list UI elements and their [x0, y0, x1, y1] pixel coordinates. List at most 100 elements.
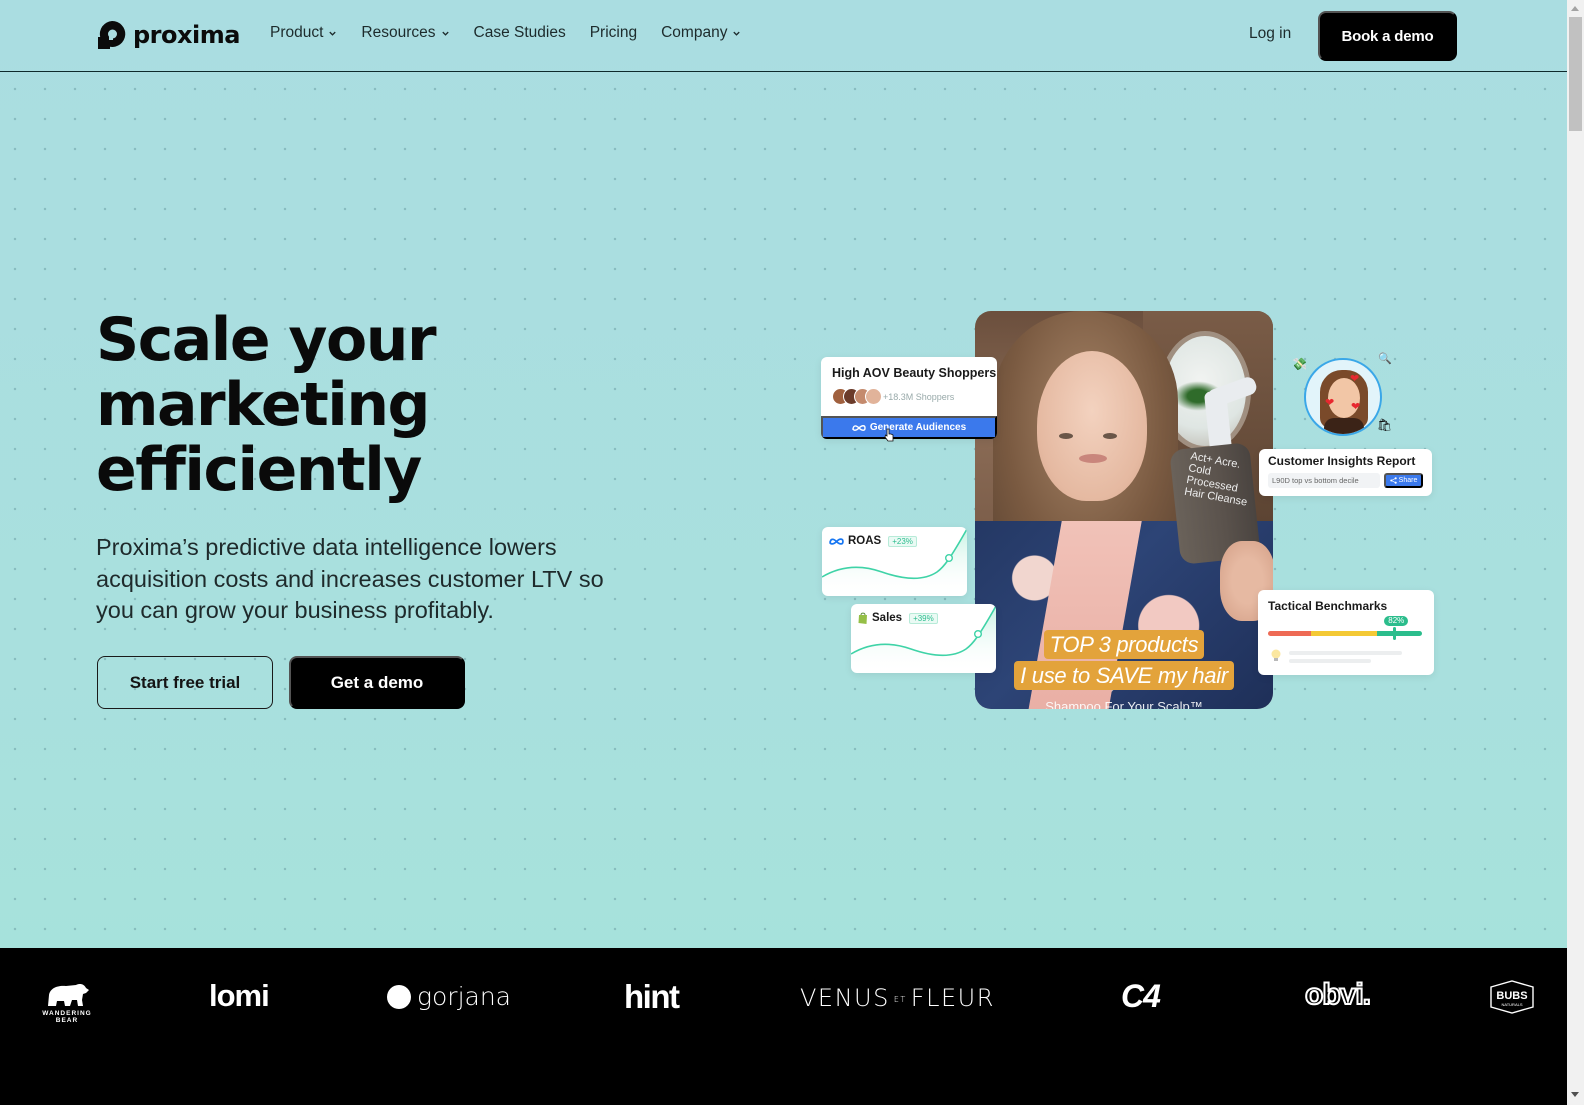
money-icon: 💸: [1292, 357, 1307, 371]
roas-change-badge: +23%: [888, 535, 917, 547]
page-scrollbar[interactable]: [1567, 0, 1584, 1105]
hero-title-line: marketing: [96, 370, 431, 440]
logo-lomi: lomi: [209, 978, 270, 1013]
insights-field[interactable]: L90D top vs bottom decile: [1268, 473, 1380, 488]
shopify-icon: [858, 612, 867, 624]
scroll-up-arrow-icon[interactable]: [1571, 6, 1579, 11]
customer-insights-card: Customer Insights Report L90D top vs bot…: [1259, 449, 1432, 496]
logo-text: BUBS: [1496, 990, 1527, 1002]
proxima-logo-icon: [98, 20, 126, 49]
logo-wandering-bear: WANDERING BEAR: [30, 980, 104, 1024]
video-eye: [1103, 433, 1117, 439]
logo-text: NATURALS: [1501, 1002, 1522, 1007]
magnifier-icon: 🔍: [1378, 353, 1392, 365]
benchmark-low-segment: [1268, 631, 1312, 636]
hero-title-line: efficiently: [96, 435, 422, 505]
video-caption-line: I use to SAVE my hair: [975, 661, 1273, 690]
bear-icon: [48, 984, 89, 1006]
benchmark-high-segment: [1377, 631, 1422, 636]
generate-audiences-button[interactable]: Generate Audiences: [821, 416, 997, 439]
caption-text: I use to SAVE my hair: [1014, 661, 1234, 690]
dot-grid-background: [0, 72, 1567, 957]
roas-header: ROAS +23%: [829, 535, 917, 547]
roas-label: ROAS: [848, 535, 882, 547]
meta-icon: [852, 424, 866, 431]
book-demo-button[interactable]: Book a demo: [1318, 11, 1457, 61]
shopper-avatars: [832, 388, 882, 405]
audience-count: +18.3M Shoppers: [883, 392, 955, 402]
nav-pricing[interactable]: Pricing: [590, 24, 637, 42]
benchmark-percent-badge: 82%: [1384, 616, 1409, 626]
nav-resources[interactable]: Resources: [361, 24, 449, 42]
nav-company[interactable]: Company: [661, 24, 741, 42]
audience-card: High AOV Beauty Shoppers +18.3M Shoppers…: [821, 357, 997, 439]
chevron-down-icon: [329, 31, 337, 36]
hero-video[interactable]: Act+ Acre. Cold Processed Hair Cleanse T…: [975, 311, 1273, 709]
placeholder-line: [1289, 659, 1371, 663]
roas-card: ROAS +23%: [822, 527, 967, 596]
video-mouth: [1079, 454, 1107, 463]
customer-memoji-avatar: ❤ ❤ ❤: [1304, 358, 1382, 436]
share-label: Share: [1398, 477, 1418, 484]
get-demo-button[interactable]: Get a demo: [289, 656, 465, 709]
nav-product-label: Product: [270, 24, 324, 41]
video-eye: [1059, 433, 1073, 439]
sales-header: Sales +39%: [858, 612, 938, 624]
caption-text: TOP 3 products: [1043, 630, 1205, 659]
logo-text: gorjana: [417, 982, 512, 1011]
start-free-trial-button[interactable]: Start free trial: [97, 656, 273, 709]
benchmark-marker: [1392, 627, 1396, 640]
logo-bubs-naturals: BUBS NATURALS: [1490, 980, 1534, 1014]
benchmarks-title: Tactical Benchmarks: [1268, 599, 1388, 613]
login-link[interactable]: Log in: [1249, 25, 1291, 43]
nav-product[interactable]: Product: [270, 24, 337, 42]
lightbulb-icon: [1271, 649, 1281, 661]
sales-change-badge: +39%: [909, 612, 938, 624]
heart-icon: ❤: [1351, 401, 1361, 413]
sales-card: Sales +39%: [851, 604, 996, 673]
gorjana-mark-icon: [387, 984, 411, 1009]
scrollbar-thumb[interactable]: [1569, 17, 1582, 131]
page: proxima Product Resources Case Studies P…: [0, 0, 1567, 1105]
chevron-down-icon: [733, 31, 741, 36]
placeholder-line: [1289, 651, 1402, 655]
customer-logos-strip: WANDERING BEAR lomi gorjana hint VENUS ET…: [0, 948, 1567, 1105]
video-caption-line: TOP 3 products: [975, 630, 1273, 659]
video-subcaption: Shampoo For Your Scalp™: [1045, 699, 1203, 709]
nav-case-studies-label: Case Studies: [473, 24, 566, 41]
brand-logo[interactable]: proxima: [97, 20, 240, 50]
chevron-down-icon: [441, 31, 449, 36]
logo-text: VENUS: [800, 984, 890, 1012]
logo-c4: C4: [1121, 978, 1161, 1014]
benchmark-mid-segment: [1311, 631, 1378, 636]
sales-label: Sales: [872, 612, 903, 624]
logo-text: WANDERING BEAR: [42, 1010, 92, 1024]
hero-title: Scale your marketing efficiently: [96, 308, 696, 503]
nav-links: Product Resources Case Studies Pricing C…: [270, 24, 741, 42]
brand-name: proxima: [133, 21, 240, 49]
nav-pricing-label: Pricing: [589, 24, 638, 41]
avatar: [865, 388, 882, 405]
meta-icon: [829, 537, 844, 545]
logo-venus-et-fleur: VENUS ET FLEUR: [800, 984, 995, 1012]
logo-gorjana: gorjana: [387, 982, 511, 1011]
heart-icon: ❤: [1350, 373, 1360, 385]
top-nav: proxima Product Resources Case Studies P…: [0, 0, 1567, 72]
nav-resources-label: Resources: [361, 24, 436, 41]
logo-text: ET: [893, 994, 907, 1004]
scroll-down-arrow-icon[interactable]: [1571, 1092, 1579, 1097]
logo-hint: hint: [624, 978, 680, 1015]
logo-obvi: obvi.: [1304, 977, 1372, 1012]
shopping-bags-icon: 🛍: [1377, 418, 1393, 432]
audience-card-title: High AOV Beauty Shoppers: [832, 366, 997, 380]
insights-title: Customer Insights Report: [1268, 454, 1416, 468]
video-person-face: [1037, 351, 1147, 501]
memoji-body: [1324, 418, 1364, 434]
nav-company-label: Company: [661, 24, 728, 41]
tactical-benchmarks-card: Tactical Benchmarks 82%: [1258, 590, 1434, 675]
hero-subtitle: Proxima’s predictive data intelligence l…: [96, 534, 604, 623]
benchmark-bar: [1268, 631, 1422, 636]
nav-case-studies[interactable]: Case Studies: [474, 24, 566, 42]
share-button[interactable]: Share: [1384, 473, 1423, 488]
heart-icon: ❤: [1325, 397, 1335, 409]
